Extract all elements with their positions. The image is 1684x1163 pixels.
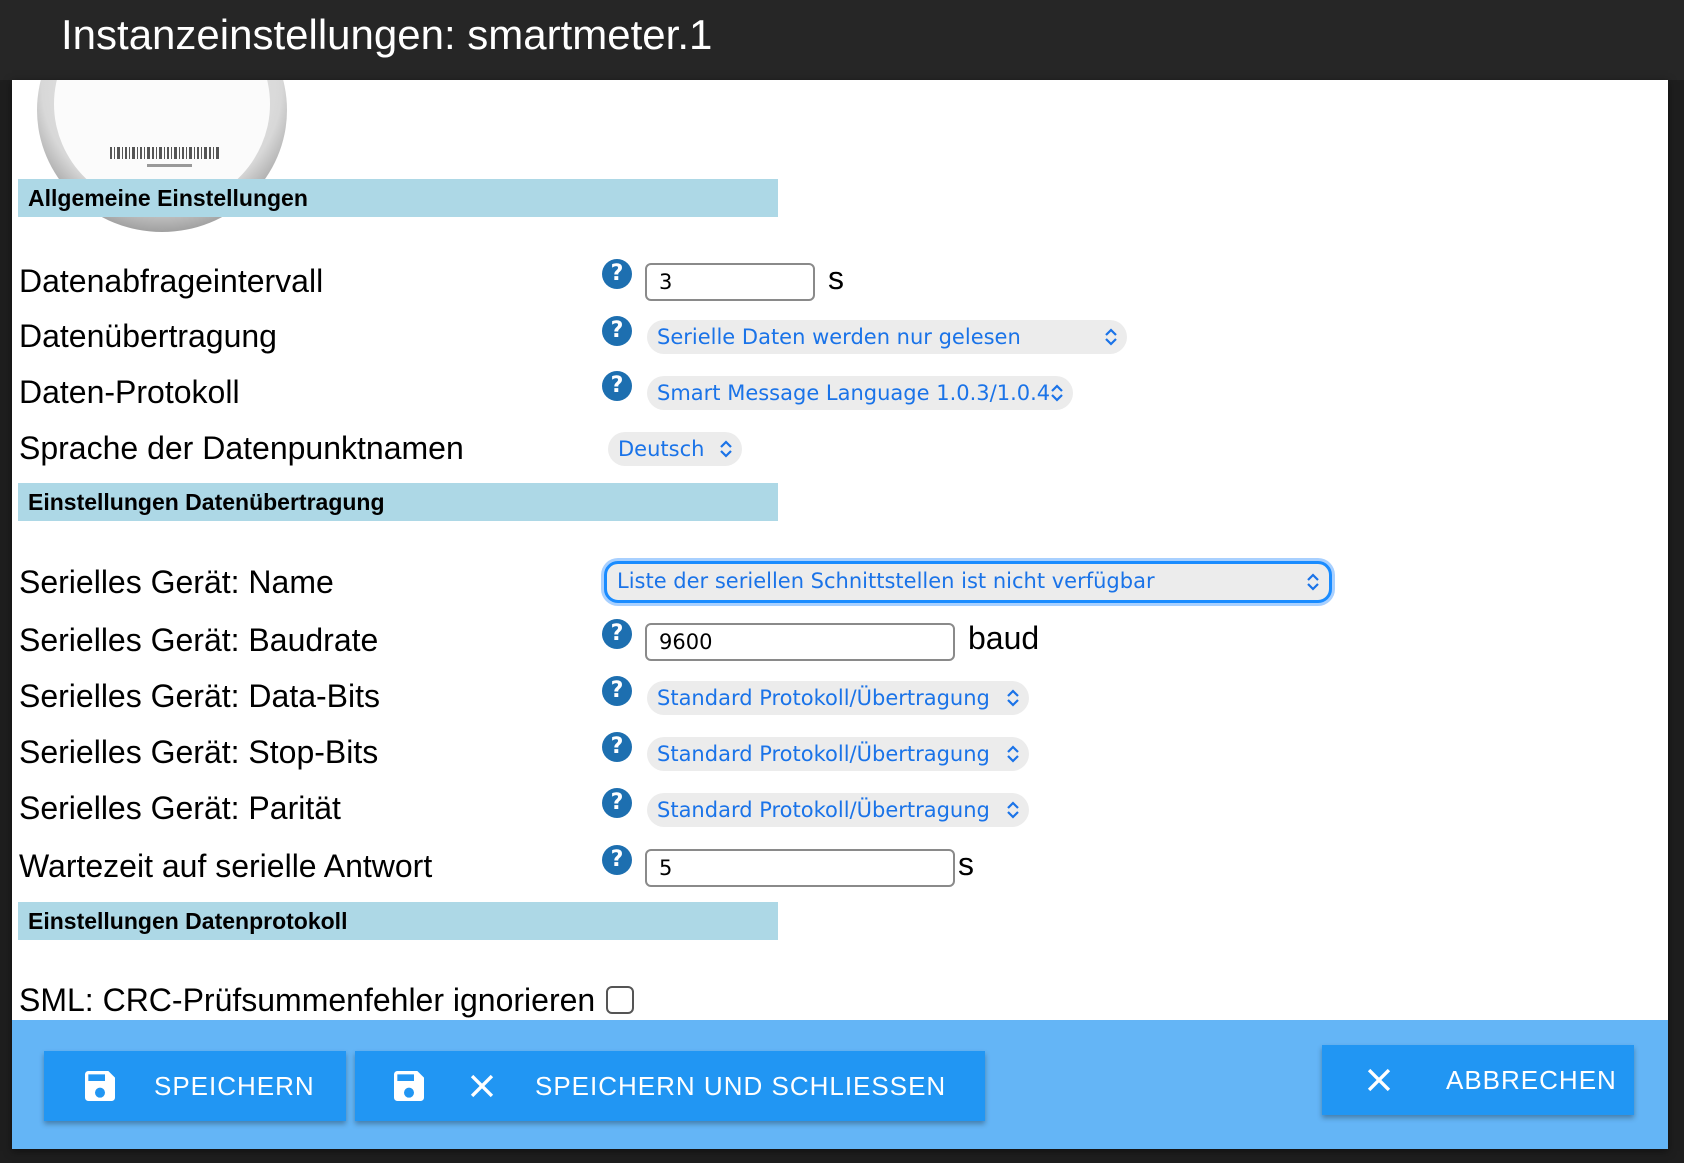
crc-ignore-label: SML: CRC-Prüfsummenfehler ignorieren [19,982,596,1018]
language-select[interactable]: Deutsch [608,432,742,466]
interval-input[interactable]: 3 [645,263,815,301]
stopbits-help-icon[interactable]: ? [602,732,632,762]
parity-label: Serielles Gerät: Parität [19,790,341,826]
save-button-label: SPEICHERN [154,1070,315,1101]
section-general: Allgemeine Einstellungen [18,179,778,217]
stopbits-value: Standard Protokoll/Übertragung [657,742,990,766]
updown-chevron-icon [1007,689,1019,707]
interval-help-icon[interactable]: ? [602,259,632,289]
stopbits-select[interactable]: Standard Protokoll/Übertragung [647,737,1029,771]
response-timeout-help-icon[interactable]: ? [602,845,632,875]
transfer-mode-help-icon[interactable]: ? [602,316,632,346]
interval-unit: s [828,260,844,296]
serial-name-value: Liste der seriellen Schnittstellen ist n… [617,569,1155,593]
response-timeout-unit: s [958,846,974,882]
crc-ignore-checkbox[interactable] [606,986,634,1014]
data-protocol-select[interactable]: Smart Message Language 1.0.3/1.0.4 [647,376,1073,410]
databits-select[interactable]: Standard Protokoll/Übertragung [647,681,1029,715]
section-general-label: Allgemeine Einstellungen [28,185,308,211]
transfer-mode-select[interactable]: Serielle Daten werden nur gelesen [647,320,1127,354]
parity-select[interactable]: Standard Protokoll/Übertragung [647,793,1029,827]
dialog-footer: SPEICHERN SPEICHERN UND SCHLIESSEN ABBRE… [12,1020,1668,1149]
databits-help-icon[interactable]: ? [602,676,632,706]
section-transfer-label: Einstellungen Datenübertragung [28,489,385,515]
updown-chevron-icon [1307,573,1319,591]
serial-name-select[interactable]: Liste der seriellen Schnittstellen ist n… [604,561,1332,603]
transfer-mode-value: Serielle Daten werden nur gelesen [657,325,1021,349]
save-and-close-button-label: SPEICHERN UND SCHLIESSEN [535,1070,947,1101]
floppy-disk-icon [394,1071,424,1101]
response-timeout-input[interactable]: 5 [645,849,955,887]
databits-label: Serielles Gerät: Data-Bits [19,678,381,714]
updown-chevron-icon [1105,328,1117,346]
section-transfer: Einstellungen Datenübertragung [18,483,778,521]
data-protocol-help-icon[interactable]: ? [602,371,632,401]
title-bar: Instanzeinstellungen: smartmeter.1 [0,0,1684,80]
response-timeout-label: Wartezeit auf serielle Antwort [19,848,433,884]
section-protocol: Einstellungen Datenprotokoll [18,902,778,940]
settings-panel[interactable]: Allgemeine Einstellungen Datenabfrageint… [12,80,1668,1149]
cancel-button[interactable]: ABBRECHEN [1322,1045,1634,1115]
close-icon [1367,1068,1391,1092]
section-protocol-label: Einstellungen Datenprotokoll [28,908,348,934]
serial-name-label: Serielles Gerät: Name [19,564,334,600]
data-protocol-label: Daten-Protokoll [19,374,240,410]
save-button[interactable]: SPEICHERN [44,1051,346,1121]
parity-help-icon[interactable]: ? [602,788,632,818]
interval-label: Datenabfrageintervall [19,263,324,299]
stopbits-label: Serielles Gerät: Stop-Bits [19,734,379,770]
data-protocol-value: Smart Message Language 1.0.3/1.0.4 [657,381,1051,405]
updown-chevron-icon [1007,801,1019,819]
cancel-button-label: ABBRECHEN [1446,1064,1617,1095]
language-label: Sprache der Datenpunktnamen [19,430,464,466]
baudrate-input[interactable]: 9600 [645,623,955,661]
updown-chevron-icon [1007,745,1019,763]
close-icon [470,1074,494,1098]
save-and-close-button[interactable]: SPEICHERN UND SCHLIESSEN [355,1051,985,1121]
baudrate-label: Serielles Gerät: Baudrate [19,622,379,658]
updown-chevron-icon [1051,384,1063,402]
baudrate-help-icon[interactable]: ? [602,619,632,649]
dialog-title: Instanzeinstellungen: smartmeter.1 [61,11,713,58]
floppy-disk-icon [85,1071,115,1101]
parity-value: Standard Protokoll/Übertragung [657,798,990,822]
updown-chevron-icon [720,440,732,458]
language-value: Deutsch [618,437,705,461]
databits-value: Standard Protokoll/Übertragung [657,686,990,710]
baudrate-unit: baud [968,620,1040,656]
transfer-mode-label: Datenübertragung [19,318,277,354]
